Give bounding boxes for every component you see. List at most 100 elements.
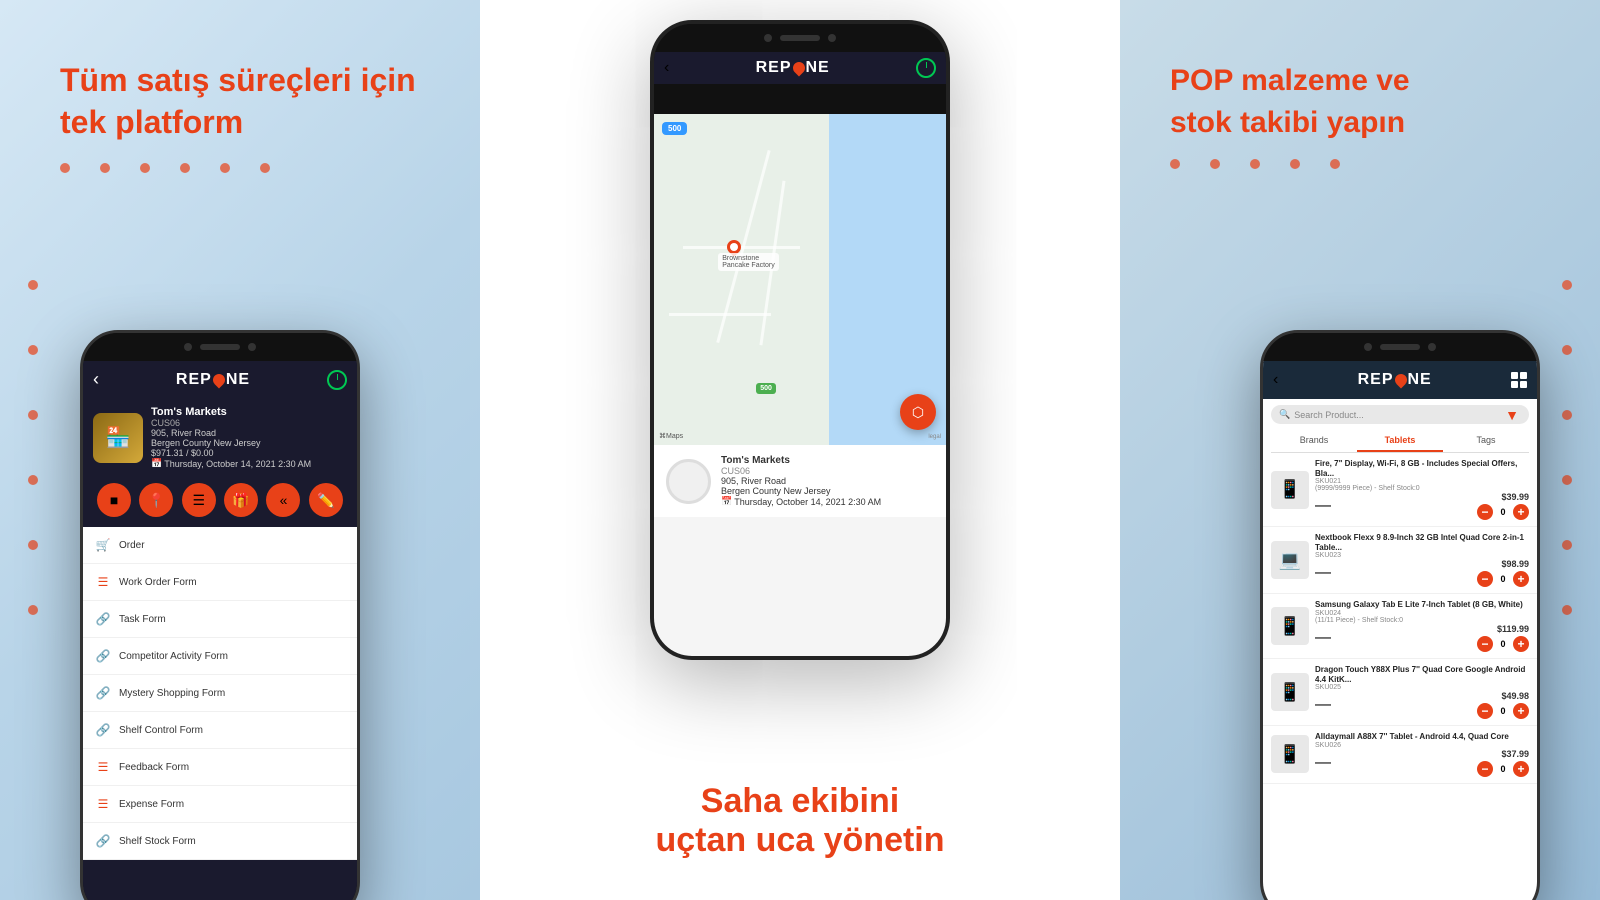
product-price-4: $49.98 xyxy=(1477,691,1529,701)
qty-minus-5[interactable]: − xyxy=(1477,761,1493,777)
qty-plus-1[interactable]: + xyxy=(1513,504,1529,520)
front-camera xyxy=(184,343,192,351)
list-icon-3: ☰ xyxy=(95,796,111,812)
side-dot-2 xyxy=(28,345,38,355)
location-button[interactable]: 📍 xyxy=(139,483,173,517)
right-side-dot-2 xyxy=(1562,345,1572,355)
link-icon-4: 🔗 xyxy=(95,722,111,738)
product-price-row-4: — $49.98 − 0 + xyxy=(1315,691,1529,719)
center-logo-pin-icon xyxy=(790,60,807,77)
menu-item-shelf-control[interactable]: 🔗 Shelf Control Form xyxy=(83,712,357,749)
customer-name: Tom's Markets xyxy=(151,406,311,418)
right-back-button[interactable]: ‹ xyxy=(1273,371,1278,389)
right-repzone-logo: REP NE xyxy=(1358,371,1432,389)
product-thumb-3: 📱 xyxy=(1271,607,1309,645)
highway-badge: 500 xyxy=(756,383,776,394)
qty-minus-2[interactable]: − xyxy=(1477,571,1493,587)
search-bar[interactable]: 🔍 Search Product... xyxy=(1271,405,1529,424)
right-headline: POP malzeme ve stok takibi yapın xyxy=(1120,60,1600,144)
product-dash-5: — xyxy=(1315,754,1331,772)
center-headline-line1: Saha ekibini xyxy=(701,782,899,820)
qty-minus-3[interactable]: − xyxy=(1477,636,1493,652)
customer-addr1: 905, River Road xyxy=(151,428,311,438)
grid-icon[interactable] xyxy=(1511,372,1527,388)
dot-6 xyxy=(260,163,270,173)
grid-cell-4 xyxy=(1520,381,1527,388)
map-water xyxy=(829,114,946,445)
grid-cell-3 xyxy=(1511,381,1518,388)
map-road-4 xyxy=(669,313,771,316)
qty-val-2: 0 xyxy=(1497,574,1509,584)
product-thumb-5: 📱 xyxy=(1271,735,1309,773)
right-dot-5 xyxy=(1330,159,1340,169)
menu-label-shelf-control: Shelf Control Form xyxy=(119,725,203,736)
product-price-5: $37.99 xyxy=(1477,749,1529,759)
navigation-button[interactable]: ⬡ xyxy=(900,394,936,430)
product-thumb-2: 💻 xyxy=(1271,541,1309,579)
product-right-1: $39.99 − 0 + xyxy=(1477,492,1529,520)
center-back-button[interactable]: ‹ xyxy=(664,59,669,77)
right-side-dots xyxy=(1562,280,1572,615)
center-headline-line2: uçtan uca yönetin xyxy=(655,821,944,859)
menu-item-order[interactable]: 🛒 Order xyxy=(83,527,357,564)
filter-icon[interactable]: ▼ xyxy=(1505,407,1519,423)
product-dash-3: — xyxy=(1315,629,1331,647)
menu-label-order: Order xyxy=(119,540,145,551)
right-speaker xyxy=(1380,344,1420,350)
customer-details: Tom's Markets CUS06 905, River Road Berg… xyxy=(151,406,311,469)
center-logo-ne: NE xyxy=(806,59,830,77)
menu-item-competitor[interactable]: 🔗 Competitor Activity Form xyxy=(83,638,357,675)
map-route-badge: 500 xyxy=(662,122,687,135)
back-button2[interactable]: « xyxy=(266,483,300,517)
stop-button[interactable]: ■ xyxy=(97,483,131,517)
menu-item-expense[interactable]: ☰ Expense Form xyxy=(83,786,357,823)
right-front-camera xyxy=(1364,343,1372,351)
center-timer-icon xyxy=(916,58,936,78)
right-panel: POP malzeme ve stok takibi yapın xyxy=(1120,0,1600,900)
center-bottom-text: Saha ekibini uçtan uca yönetin xyxy=(600,782,1000,860)
tab-tags[interactable]: Tags xyxy=(1443,430,1529,452)
tab-tablets[interactable]: Tablets xyxy=(1357,430,1443,452)
menu-label-mystery: Mystery Shopping Form xyxy=(119,688,225,699)
left-headline-line2: tek platform xyxy=(60,104,243,140)
list-button[interactable]: ☰ xyxy=(182,483,216,517)
right-app-header: ‹ REP NE xyxy=(1263,361,1537,399)
maps-watermark: ⌘Maps xyxy=(659,432,683,440)
menu-item-shelf-stock[interactable]: 🔗 Shelf Stock Form xyxy=(83,823,357,860)
sensor xyxy=(248,343,256,351)
qty-plus-3[interactable]: + xyxy=(1513,636,1529,652)
cart-icon: 🛒 xyxy=(95,537,111,553)
qty-plus-4[interactable]: + xyxy=(1513,703,1529,719)
center-front-camera xyxy=(764,34,772,42)
menu-item-task[interactable]: 🔗 Task Form xyxy=(83,601,357,638)
qty-control-3: − 0 + xyxy=(1477,636,1529,652)
product-name-2: Nextbook Flexx 9 8.9-Inch 32 GB Intel Qu… xyxy=(1315,533,1529,552)
center-speaker xyxy=(780,35,820,41)
product-sku-2: SKU023 xyxy=(1315,552,1529,559)
qty-plus-5[interactable]: + xyxy=(1513,761,1529,777)
back-button[interactable]: ‹ xyxy=(93,369,99,390)
side-dots-left xyxy=(28,280,38,615)
menu-item-feedback[interactable]: ☰ Feedback Form xyxy=(83,749,357,786)
menu-item-mystery[interactable]: 🔗 Mystery Shopping Form xyxy=(83,675,357,712)
info-customer-name: Tom's Markets xyxy=(721,455,881,466)
info-addr1: 905, River Road xyxy=(721,476,881,486)
calendar-icon: 📅 xyxy=(151,458,162,469)
right-side-dot-6 xyxy=(1562,605,1572,615)
right-phone-notch xyxy=(1263,333,1537,361)
edit-button[interactable]: ✏️ xyxy=(309,483,343,517)
tab-brands[interactable]: Brands xyxy=(1271,430,1357,452)
info-details: Tom's Markets CUS06 905, River Road Berg… xyxy=(721,455,881,507)
product-price-3: $119.99 xyxy=(1477,624,1529,634)
side-dot-5 xyxy=(28,540,38,550)
qty-plus-2[interactable]: + xyxy=(1513,571,1529,587)
gift-button[interactable]: 🎁 xyxy=(224,483,258,517)
menu-item-work-order[interactable]: ☰ Work Order Form xyxy=(83,564,357,601)
center-phone-screen: 500 BrownstonePancake Factory 500 ⬡ ⌘Map… xyxy=(654,114,946,660)
logo-rep: REP xyxy=(176,371,212,389)
dot-5 xyxy=(220,163,230,173)
product-info-2: Nextbook Flexx 9 8.9-Inch 32 GB Intel Qu… xyxy=(1315,533,1529,587)
qty-minus-1[interactable]: − xyxy=(1477,504,1493,520)
menu-label-shelf-stock: Shelf Stock Form xyxy=(119,836,196,847)
qty-minus-4[interactable]: − xyxy=(1477,703,1493,719)
